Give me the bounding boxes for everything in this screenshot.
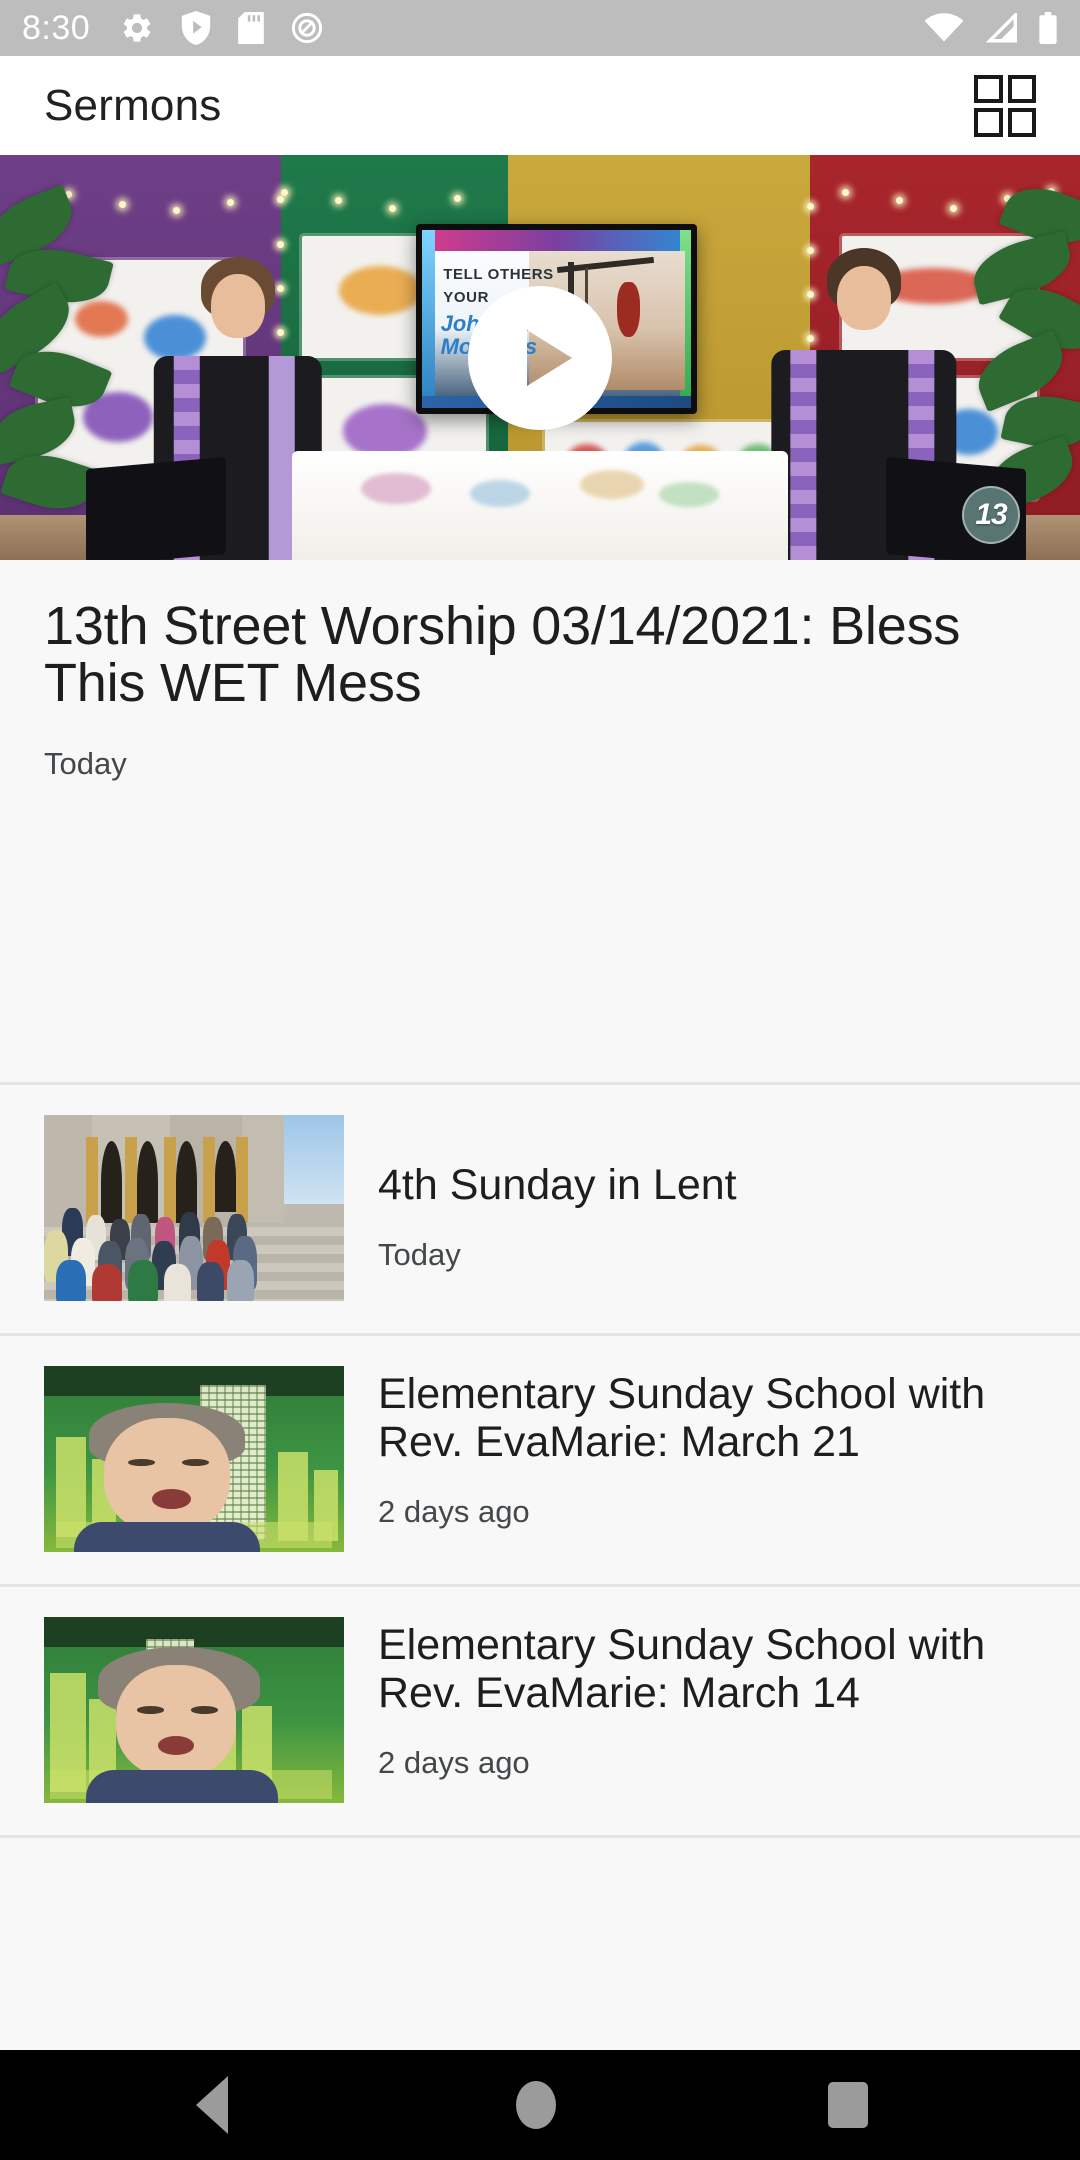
clay-jar bbox=[616, 281, 640, 338]
list-item[interactable]: Elementary Sunday School with Rev. EvaMa… bbox=[0, 1336, 1080, 1584]
cell-signal-icon bbox=[985, 13, 1017, 43]
ceiling bbox=[44, 1366, 344, 1396]
circle-q-icon bbox=[292, 12, 323, 44]
sd-card-icon bbox=[238, 12, 264, 44]
list-item[interactable]: Elementary Sunday School with Rev. EvaMa… bbox=[0, 1587, 1080, 1835]
grid-cell-3 bbox=[974, 108, 1003, 137]
page-title: Sermons bbox=[44, 80, 222, 130]
play-shield-icon bbox=[182, 11, 211, 45]
list-item-title: Elementary Sunday School with Rev. EvaMa… bbox=[378, 1370, 986, 1467]
system-navigation-bar bbox=[0, 2050, 1080, 2160]
list-item-title: Elementary Sunday School with Rev. EvaMa… bbox=[378, 1621, 986, 1718]
status-bar-clock: 8:30 bbox=[22, 9, 91, 47]
wifi-icon bbox=[924, 13, 964, 42]
list-item-thumbnail bbox=[44, 1115, 344, 1301]
app-bar: Sermons bbox=[0, 56, 1080, 155]
portrait-mouth bbox=[152, 1488, 191, 1510]
portrait-mouth bbox=[158, 1736, 194, 1755]
list-item-thumbnail bbox=[44, 1366, 344, 1552]
monitor-left-band bbox=[421, 229, 436, 409]
app-screen: 8:30 Sermons TELL OTHERS YOUR 13 13th St… bbox=[0, 0, 1080, 2160]
portrait-face bbox=[116, 1665, 236, 1777]
minister-right-head bbox=[837, 266, 892, 331]
grid-cell-2 bbox=[1007, 74, 1036, 103]
grid-cell-4 bbox=[1007, 108, 1036, 137]
list-item-text: Elementary Sunday School with Rev. EvaMa… bbox=[378, 1366, 1036, 1530]
list-item-title: 4th Sunday in Lent bbox=[378, 1161, 737, 1209]
featured-video-timestamp: Today bbox=[44, 746, 127, 782]
portrait-torso bbox=[74, 1522, 260, 1552]
church-photo bbox=[44, 1115, 344, 1301]
grid-cell-1 bbox=[974, 74, 1003, 103]
status-bar-notification-icons bbox=[120, 11, 323, 45]
monitor-top-band bbox=[421, 229, 691, 252]
stole-left bbox=[789, 350, 816, 560]
grid-view-icon[interactable] bbox=[974, 74, 1036, 137]
list-item-text: 4th Sunday in Lent Today bbox=[378, 1115, 737, 1273]
featured-video-meta[interactable]: 13th Street Worship 03/14/2021: Bless Th… bbox=[0, 560, 1080, 812]
list-item-thumbnail bbox=[44, 1617, 344, 1803]
portrait-torso bbox=[86, 1769, 278, 1803]
green-screen-photo bbox=[44, 1366, 344, 1552]
gear-icon bbox=[123, 14, 151, 42]
string-lights-top bbox=[0, 175, 1080, 225]
status-bar-system-icons bbox=[924, 12, 1058, 44]
covered-table bbox=[291, 450, 789, 560]
green-screen-photo bbox=[44, 1617, 344, 1803]
ceiling bbox=[44, 1617, 344, 1647]
sermon-list: 4th Sunday in Lent Today Elementary Sund… bbox=[0, 1082, 1080, 1838]
music-stand-left bbox=[86, 456, 227, 560]
list-item-timestamp: Today bbox=[378, 1237, 461, 1273]
stole-right bbox=[268, 355, 295, 560]
monitor-text-line1: TELL OTHERS bbox=[443, 265, 554, 283]
station-watermark: 13 bbox=[962, 486, 1020, 544]
home-icon[interactable] bbox=[516, 2081, 556, 2129]
featured-video-thumbnail[interactable]: TELL OTHERS YOUR Johannine Moments bbox=[0, 155, 1080, 560]
list-item-timestamp: 2 days ago bbox=[378, 1745, 530, 1781]
featured-video-title: 13th Street Worship 03/14/2021: Bless Th… bbox=[44, 596, 961, 714]
status-bar: 8:30 bbox=[0, 0, 1080, 56]
list-item-text: Elementary Sunday School with Rev. EvaMa… bbox=[378, 1617, 1036, 1781]
back-icon[interactable] bbox=[196, 2076, 228, 2134]
minister-left-head bbox=[210, 274, 265, 339]
list-divider bbox=[0, 1835, 1080, 1838]
battery-icon bbox=[1039, 12, 1057, 44]
list-item-timestamp: 2 days ago bbox=[378, 1494, 530, 1530]
recents-icon[interactable] bbox=[828, 2082, 868, 2128]
portrait-face bbox=[104, 1418, 230, 1534]
play-button[interactable] bbox=[468, 285, 612, 430]
sky bbox=[278, 1115, 344, 1205]
list-item[interactable]: 4th Sunday in Lent Today bbox=[0, 1085, 1080, 1333]
